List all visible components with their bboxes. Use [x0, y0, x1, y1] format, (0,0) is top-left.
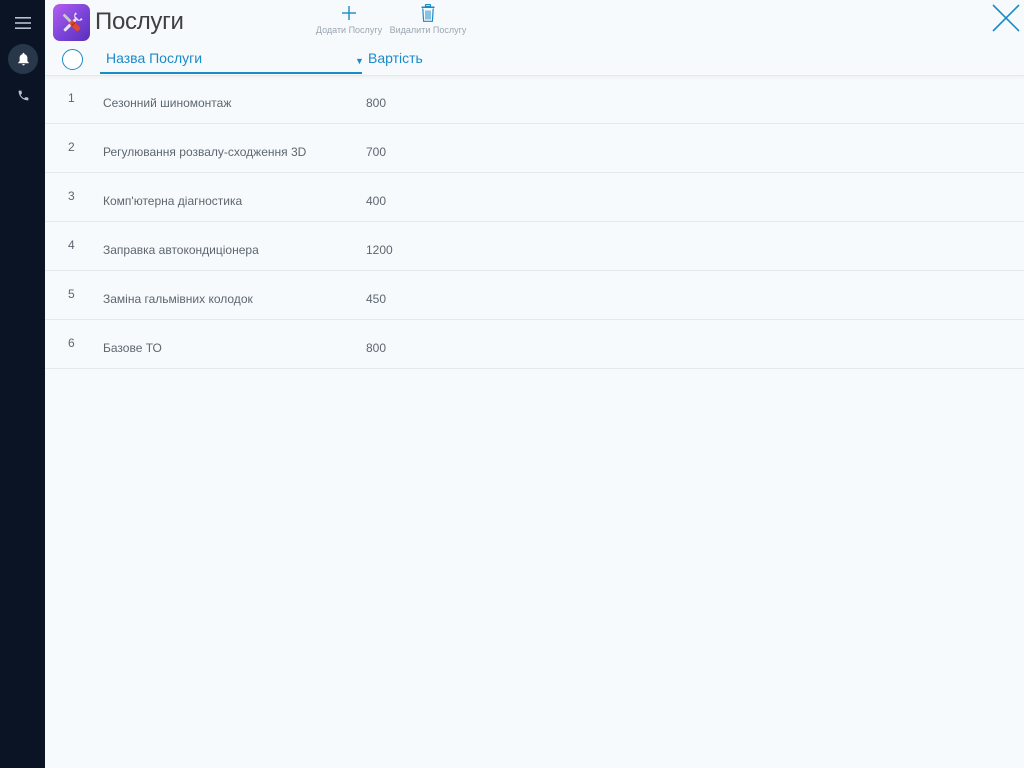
trash-icon [421, 4, 435, 22]
delete-service-label: Видалити Послугу [389, 25, 467, 35]
table-row[interactable]: 4 Заправка автокондиціонера 1200 [45, 222, 1024, 271]
services-table-body: 1 Сезонний шиномонтаж 800 2 Регулювання … [45, 75, 1024, 369]
row-number: 5 [68, 287, 75, 301]
service-price: 1200 [366, 243, 393, 257]
row-number: 2 [68, 140, 75, 154]
phone-icon [18, 90, 28, 100]
table-row[interactable]: 5 Заміна гальмівних колодок 450 [45, 271, 1024, 320]
bell-icon [17, 52, 29, 66]
add-service-button[interactable]: Додати Послугу [315, 3, 383, 35]
close-icon [992, 4, 1020, 32]
service-name: Базове ТО [103, 341, 162, 355]
service-price: 400 [366, 194, 387, 208]
table-header: Назва Послуги ▼ Вартість [45, 44, 1024, 76]
service-name: Регулювання розвалу-сходження 3D [103, 145, 307, 159]
column-header-name[interactable]: Назва Послуги [100, 44, 362, 74]
row-number: 6 [68, 336, 75, 350]
add-service-label: Додати Послугу [315, 25, 383, 35]
select-all-checkbox[interactable] [62, 49, 83, 70]
service-price: 450 [366, 292, 387, 306]
notifications-button[interactable] [8, 44, 38, 74]
delete-service-button[interactable]: Видалити Послугу [390, 3, 466, 35]
service-name: Сезонний шиномонтаж [103, 96, 232, 110]
plus-icon [342, 6, 356, 20]
table-row[interactable]: 6 Базове ТО 800 [45, 320, 1024, 369]
table-row[interactable]: 2 Регулювання розвалу-сходження 3D 700 [45, 124, 1024, 173]
service-name: Комп'ютерна діагностика [103, 194, 243, 208]
sort-down-icon[interactable]: ▼ [355, 56, 364, 66]
column-header-price[interactable]: Вартість [368, 50, 423, 66]
service-name: Заправка автокондиціонера [103, 243, 259, 257]
service-price: 800 [366, 341, 387, 355]
service-price: 700 [366, 145, 387, 159]
tools-icon [53, 4, 90, 41]
row-number: 1 [68, 91, 75, 105]
service-price: 800 [366, 96, 387, 110]
table-row[interactable]: 3 Комп'ютерна діагностика 400 [45, 173, 1024, 222]
left-sidebar [0, 0, 45, 768]
menu-button[interactable] [8, 8, 38, 38]
phone-button[interactable] [8, 80, 38, 110]
row-number: 4 [68, 238, 75, 252]
close-button[interactable] [992, 4, 1020, 32]
service-name: Заміна гальмівних колодок [103, 292, 253, 306]
row-number: 3 [68, 189, 75, 203]
menu-icon [15, 17, 31, 29]
table-row[interactable]: 1 Сезонний шиномонтаж 800 [45, 75, 1024, 124]
page-title: Послуги [95, 8, 184, 35]
